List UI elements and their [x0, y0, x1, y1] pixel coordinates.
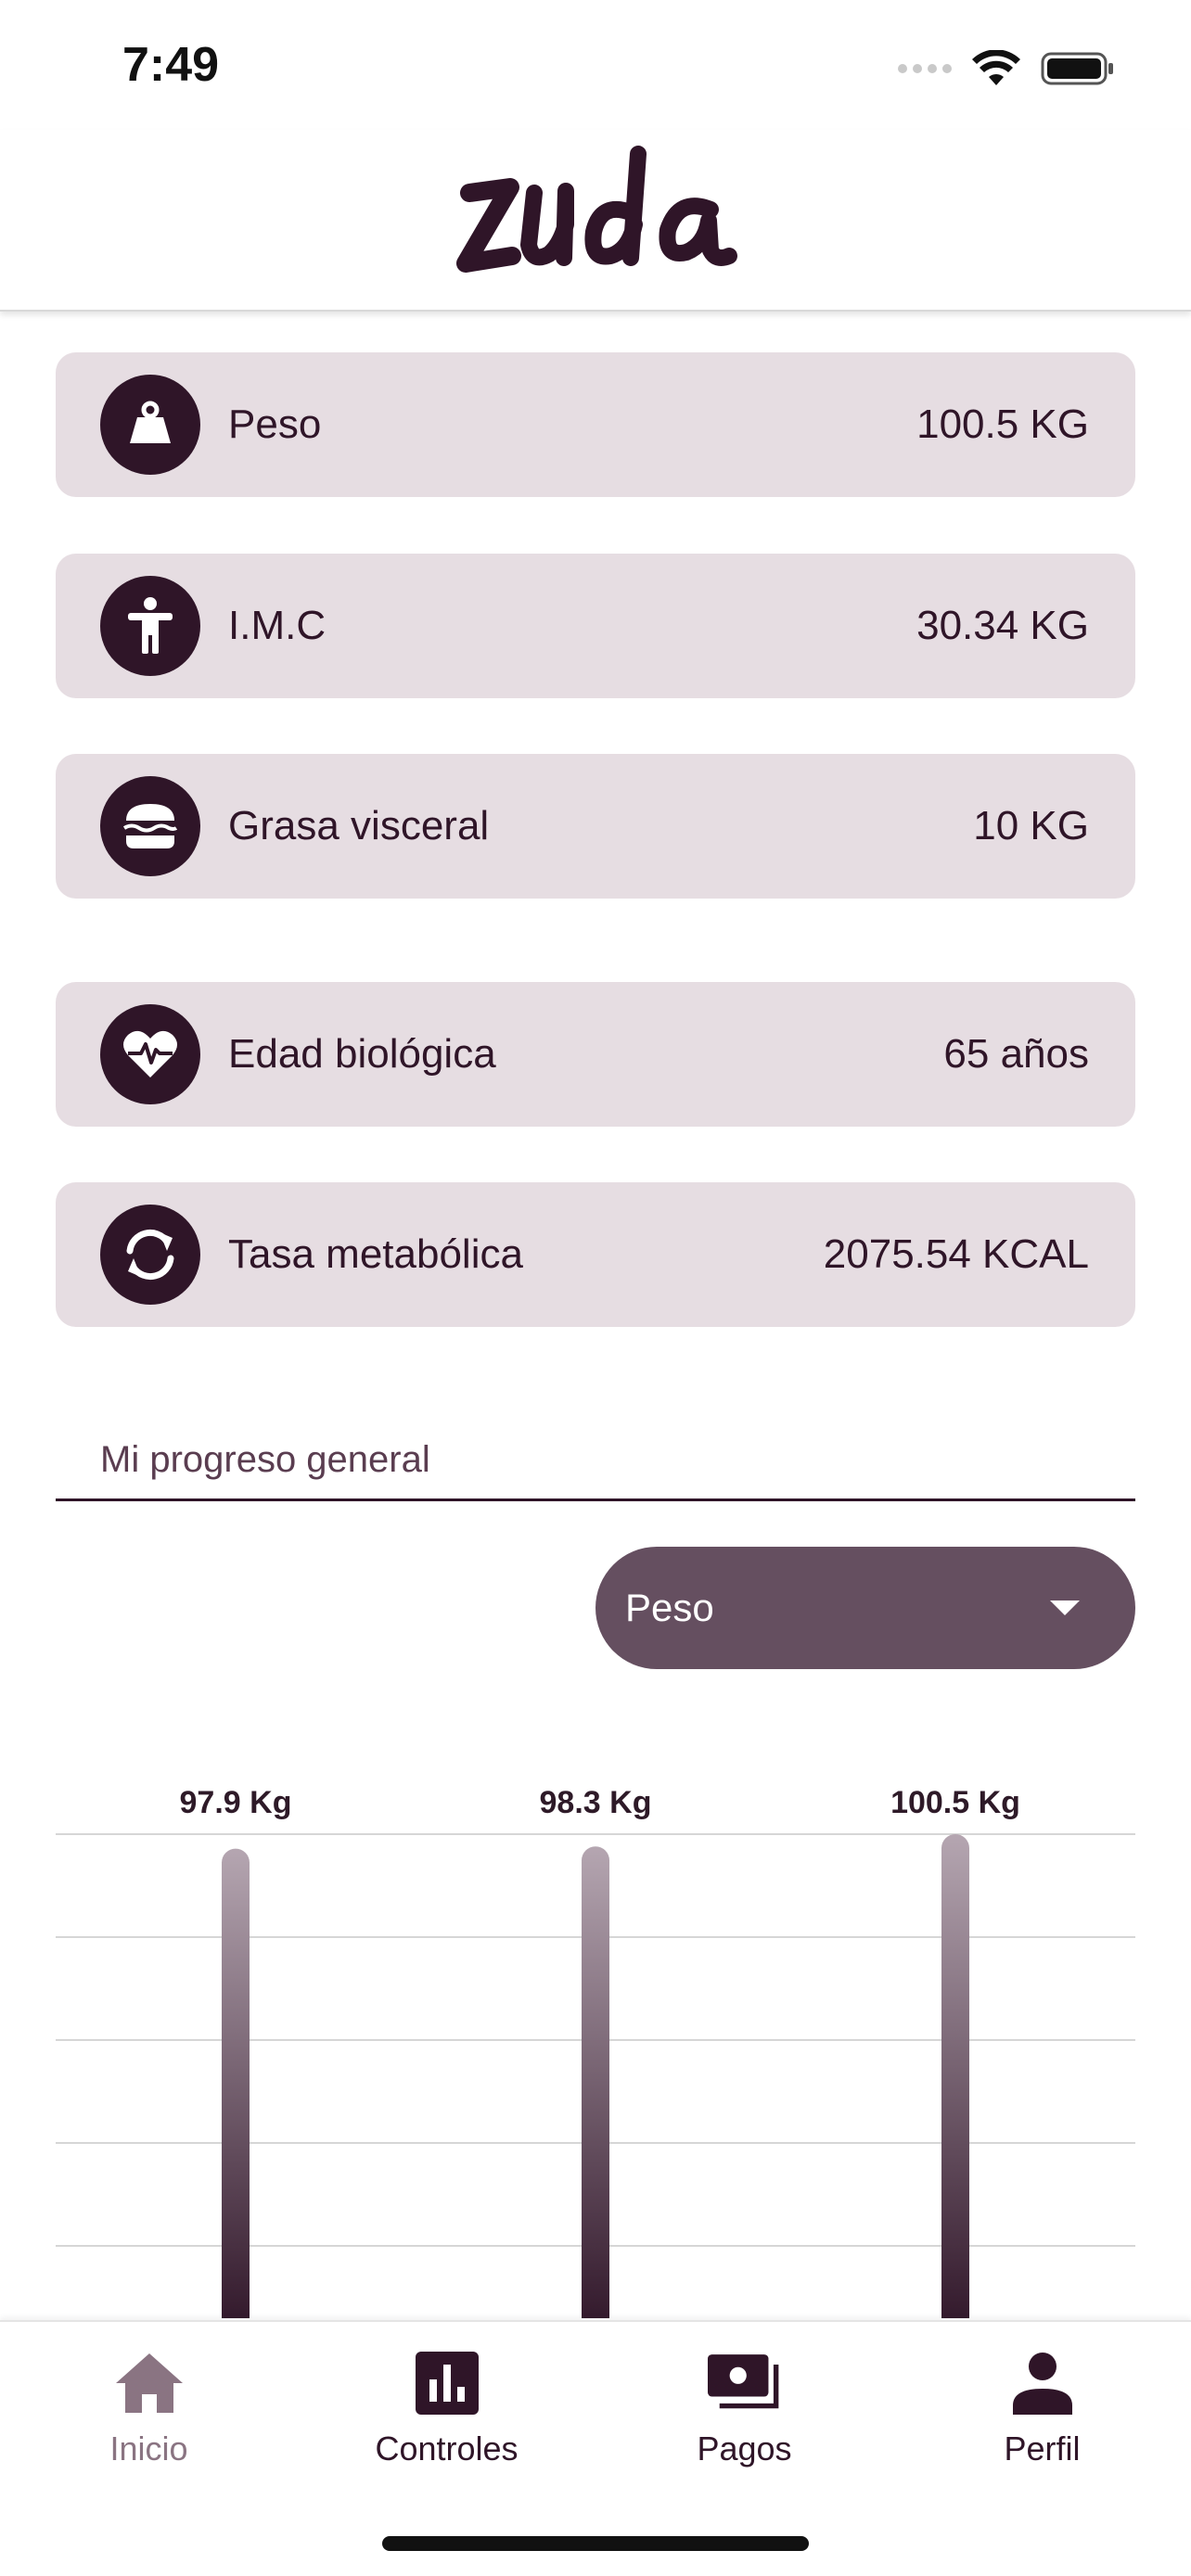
metric-select-dropdown[interactable]: Peso [596, 1547, 1135, 1669]
chevron-down-icon [1050, 1600, 1080, 1615]
metric-card-peso: Peso 100.5 KG [56, 352, 1135, 497]
app-screen: 7:49 Peso 100.5 KG I.M.C 30.34 KG Grasa … [0, 0, 1191, 2576]
nav-label: Inicio [109, 2429, 188, 2468]
metric-card-edad-biologica: Edad biológica 65 años [56, 982, 1135, 1127]
section-divider [56, 1498, 1135, 1501]
metric-label: Edad biológica [228, 1031, 496, 1077]
nav-label: Pagos [697, 2429, 792, 2468]
signal-icon [898, 64, 952, 73]
wifi-icon [972, 50, 1020, 85]
metric-value: 100.5 KG [916, 402, 1089, 447]
nav-item-controles[interactable]: Controles [298, 2322, 596, 2480]
bar-chart-icon [410, 2350, 484, 2417]
person-icon [1005, 2350, 1080, 2417]
nav-label: Controles [375, 2429, 519, 2468]
chart-data-label: 98.3 Kg [540, 1785, 652, 1820]
progress-chart-svg: 97.9 Kg 98.3 Kg 100.5 Kg [56, 1785, 1135, 2318]
burger-icon [100, 776, 200, 876]
chart-bar [222, 1848, 250, 2318]
metric-label: Tasa metabólica [228, 1231, 523, 1277]
chart-data-label: 97.9 Kg [180, 1785, 292, 1820]
metric-value: 30.34 KG [916, 603, 1089, 648]
nav-item-inicio[interactable]: Inicio [0, 2322, 298, 2480]
zuda-logo [456, 146, 737, 273]
progress-chart: 97.9 Kg 98.3 Kg 100.5 Kg [56, 1762, 1135, 2318]
home-icon [112, 2350, 186, 2417]
chart-bar [582, 1846, 609, 2318]
metric-label: Peso [228, 402, 322, 447]
metric-value: 2075.54 KCAL [823, 1231, 1089, 1277]
metric-card-tasa-metabolica: Tasa metabólica 2075.54 KCAL [56, 1182, 1135, 1327]
status-time: 7:49 [122, 38, 220, 92]
weight-icon [100, 375, 200, 475]
status-icons [898, 41, 1115, 96]
progress-section-title: Mi progreso general [100, 1439, 430, 1480]
status-bar: 7:49 [0, 0, 1191, 130]
selected-metric: Peso [625, 1586, 714, 1629]
metric-value: 10 KG [973, 803, 1089, 848]
payments-icon [707, 2350, 782, 2417]
sync-icon [100, 1205, 200, 1305]
home-indicator [382, 2536, 809, 2551]
metric-card-grasa-visceral: Grasa visceral 10 KG [56, 754, 1135, 899]
nav-item-perfil[interactable]: Perfil [893, 2322, 1191, 2480]
nav-item-pagos[interactable]: Pagos [596, 2322, 893, 2480]
heart-pulse-icon [100, 1004, 200, 1104]
chart-bar [941, 1834, 969, 2318]
body-icon [100, 576, 200, 676]
app-header [0, 130, 1191, 312]
battery-icon [1041, 52, 1113, 85]
metric-value: 65 años [943, 1031, 1089, 1077]
chart-data-label: 100.5 Kg [890, 1785, 1020, 1820]
metric-label: Grasa visceral [228, 803, 490, 848]
metric-card-imc: I.M.C 30.34 KG [56, 554, 1135, 698]
nav-label: Perfil [1004, 2429, 1081, 2468]
metric-label: I.M.C [228, 603, 327, 648]
